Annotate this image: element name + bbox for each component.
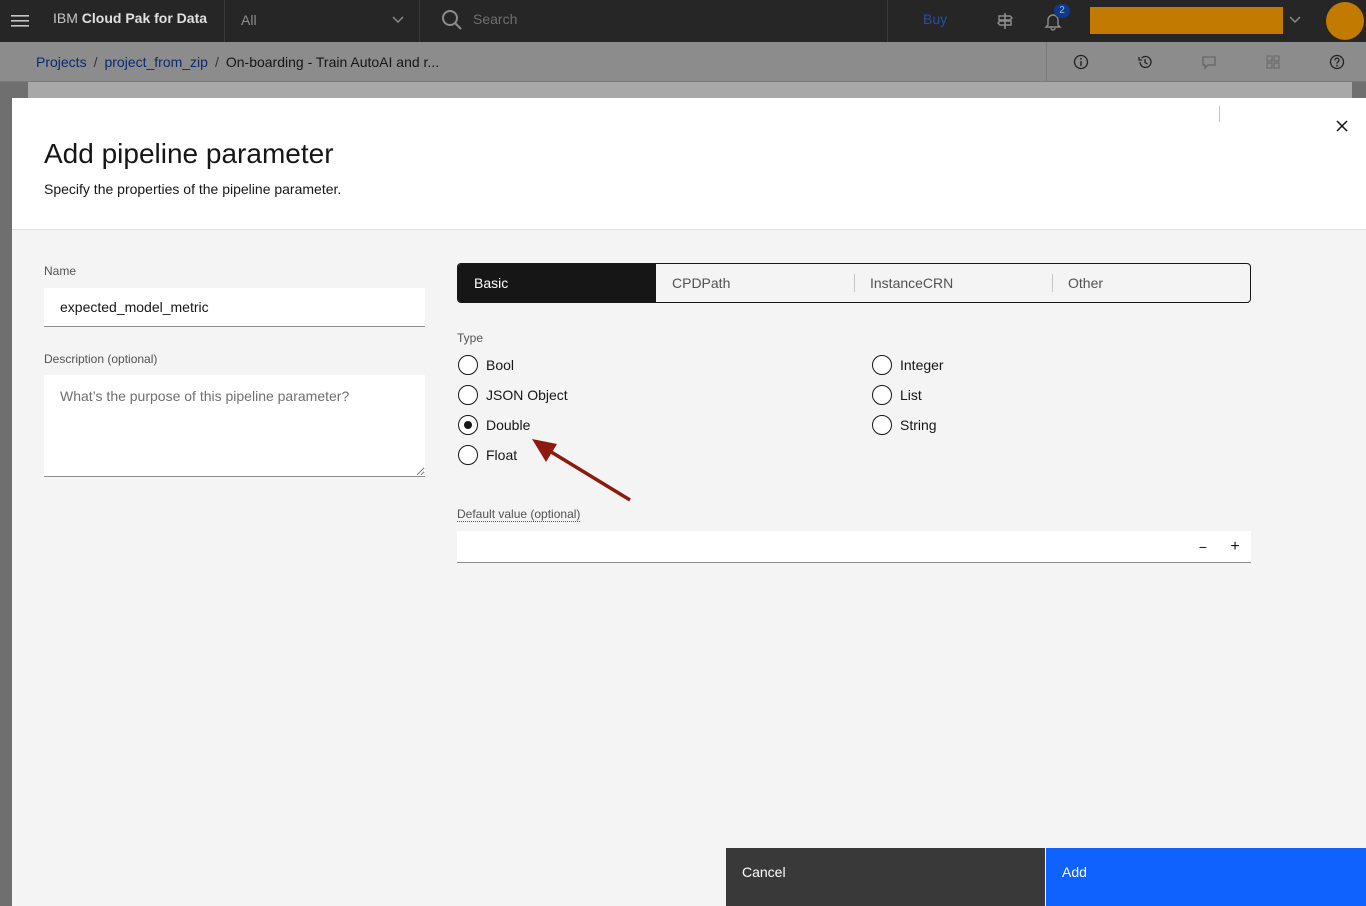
type-radio-label: Float [486, 447, 518, 463]
tab-cpdpath[interactable]: CPDPath [656, 264, 854, 302]
brand-prefix: IBM [53, 10, 78, 26]
type-radio-bool[interactable]: Bool [458, 354, 514, 376]
radio-circle [458, 445, 478, 465]
tab-cpdpath-label: CPDPath [672, 275, 731, 291]
description-field[interactable] [44, 375, 425, 477]
help-icon[interactable] [1327, 52, 1347, 72]
comment-icon[interactable] [1199, 52, 1219, 72]
default-value-label: Default value (optional) [457, 507, 581, 522]
overlay-backdrop [28, 82, 1352, 98]
plus-icon: + [1230, 538, 1240, 555]
cancel-button-label: Cancel [742, 864, 786, 880]
type-radio-label: String [900, 417, 937, 433]
radio-circle [458, 355, 478, 375]
close-icon [1336, 120, 1348, 132]
product-name[interactable]: IBM Cloud Pak for Data [53, 0, 207, 42]
switcher-divider [854, 274, 855, 292]
breadcrumb-project[interactable]: project_from_zip [104, 54, 208, 70]
name-label: Name [44, 264, 77, 278]
scope-value: All [241, 12, 257, 28]
apps-icon[interactable] [1263, 52, 1283, 72]
description-label: Description (optional) [44, 352, 158, 366]
type-radio-label: List [900, 387, 922, 403]
minus-icon: − [1198, 539, 1208, 555]
add-button[interactable]: Add [1046, 848, 1366, 906]
type-radio-float[interactable]: Float [458, 444, 517, 466]
breadcrumb-current: On-boarding - Train AutoAI and r... [225, 54, 440, 70]
increment-button[interactable]: + [1220, 531, 1250, 563]
tab-basic-label: Basic [474, 275, 509, 291]
scope-dropdown[interactable]: All [224, 0, 420, 42]
tab-other[interactable]: Other [1052, 264, 1250, 302]
default-value-field[interactable] [457, 531, 1251, 563]
type-radio-label: JSON Object [486, 387, 568, 403]
notification-badge: 2 [1054, 4, 1070, 18]
switcher-divider [1052, 274, 1053, 292]
global-search[interactable]: Search [422, 0, 888, 42]
radio-circle [872, 415, 892, 435]
radio-circle [872, 355, 892, 375]
chevron-down-icon[interactable] [1288, 12, 1302, 26]
name-field[interactable] [44, 288, 425, 327]
tab-instancecrn[interactable]: InstanceCRN [854, 264, 1052, 302]
modal-header: Add pipeline parameter Specify the prope… [12, 98, 1366, 230]
decrement-button[interactable]: − [1188, 531, 1218, 563]
stepper-divider [1219, 106, 1220, 122]
menu-icon[interactable] [0, 0, 40, 42]
parameter-category-switcher: Basic CPDPath InstanceCRN Other [457, 263, 1251, 303]
add-button-label: Add [1062, 864, 1087, 880]
cancel-button[interactable]: Cancel [726, 848, 1045, 906]
radio-circle-selected [458, 415, 478, 435]
breadcrumb-separator: / [214, 54, 219, 70]
type-radio-double[interactable]: Double [458, 414, 530, 436]
tab-instancecrn-label: InstanceCRN [870, 275, 954, 291]
type-radio-label: Bool [486, 357, 515, 373]
type-radio-integer[interactable]: Integer [872, 354, 944, 376]
avatar[interactable] [1326, 2, 1364, 40]
chevron-down-icon [392, 16, 404, 23]
search-icon [442, 10, 462, 30]
tab-other-label: Other [1068, 275, 1104, 291]
modal-subtitle: Specify the properties of the pipeline p… [44, 181, 342, 197]
breadcrumb-bar: Projects / project_from_zip / On-boarding - … [0, 42, 1366, 82]
add-pipeline-parameter-modal: Add pipeline parameter Specify the prope… [12, 98, 1366, 906]
account-switcher[interactable] [1090, 7, 1283, 34]
close-button[interactable] [1328, 112, 1356, 140]
search-placeholder: Search [473, 11, 518, 27]
modal-title: Add pipeline parameter [44, 138, 334, 169]
breadcrumb-separator: / [93, 54, 98, 70]
tab-basic[interactable]: Basic [458, 264, 656, 302]
toolbar [1046, 42, 1345, 82]
type-label: Type [457, 331, 484, 345]
type-radio-list[interactable]: List [872, 384, 922, 406]
type-radio-label: Integer [900, 357, 944, 373]
info-icon[interactable] [1071, 52, 1091, 72]
type-radio-string[interactable]: String [872, 414, 937, 436]
type-radio-label: Double [486, 417, 531, 433]
signpost-icon[interactable] [991, 7, 1019, 35]
top-header: IBM Cloud Pak for Data All Search Buy 2 [0, 0, 1366, 42]
type-radio-json-object[interactable]: JSON Object [458, 384, 568, 406]
breadcrumb-projects[interactable]: Projects [36, 54, 87, 70]
radio-circle [458, 385, 478, 405]
history-icon[interactable] [1135, 52, 1155, 72]
radio-circle [872, 385, 892, 405]
buy-link[interactable]: Buy [923, 11, 947, 27]
overlay-backdrop [0, 82, 12, 906]
breadcrumb: Projects / project_from_zip / On-boarding - … [36, 54, 439, 70]
brand-name: Cloud Pak for Data [81, 10, 208, 26]
